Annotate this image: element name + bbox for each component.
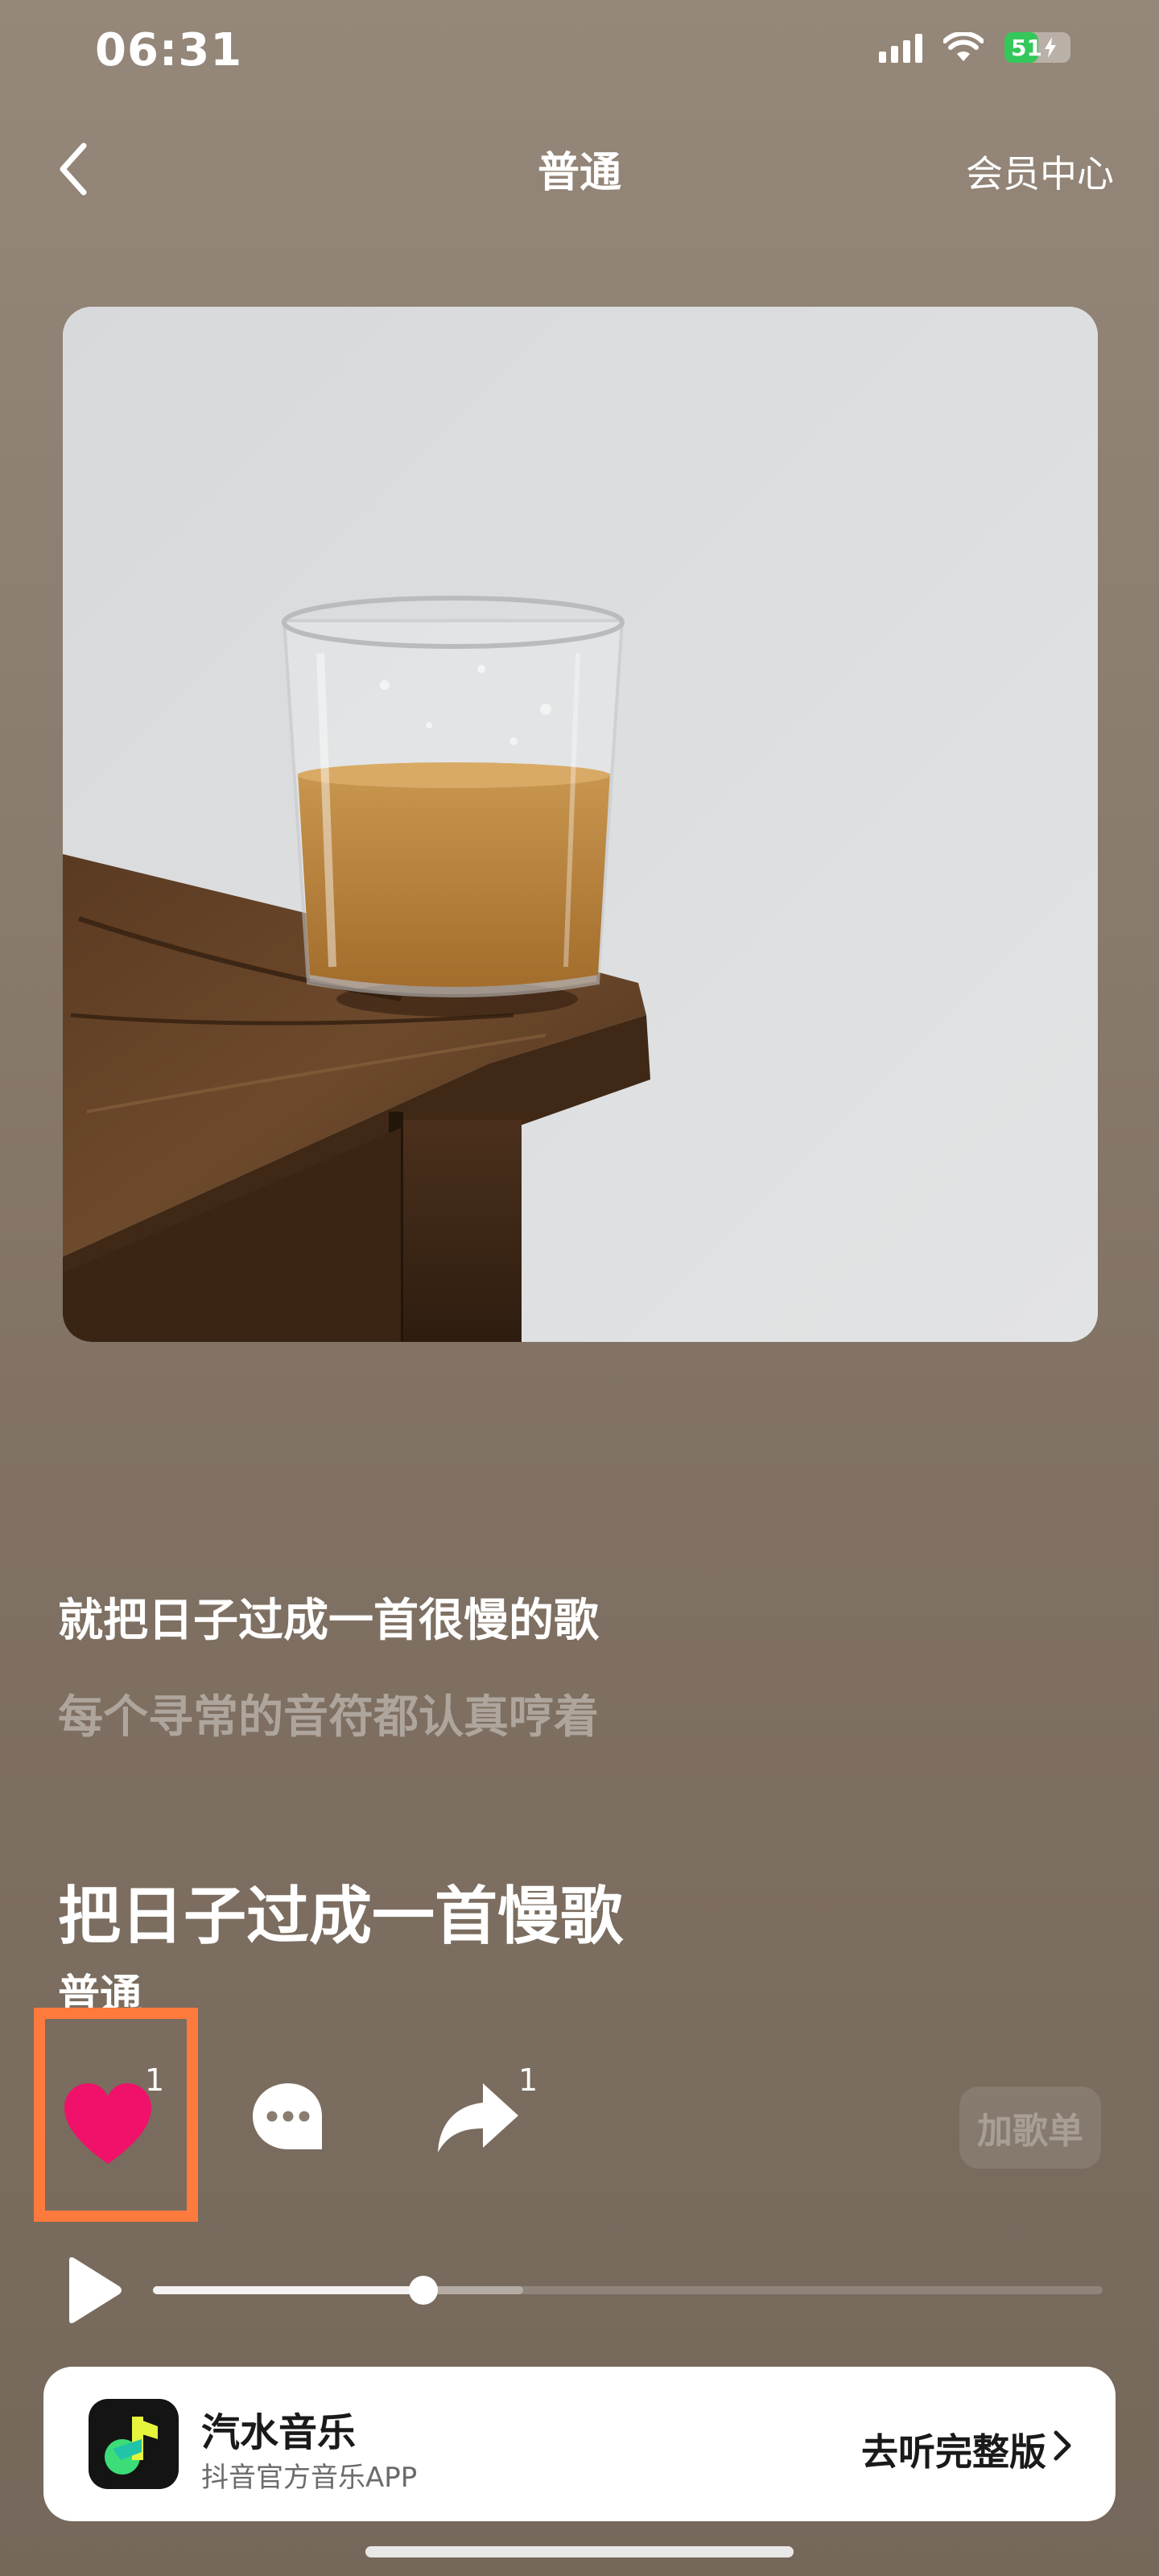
promo-app-name: 汽水音乐 <box>201 2410 357 2455</box>
share-arrow-icon <box>438 2083 518 2153</box>
chevron-left-icon <box>60 142 87 196</box>
status-icons: 51 <box>879 32 1070 63</box>
listen-full-version-link[interactable]: 去听完整版 <box>861 2423 1046 2476</box>
lyric-current-line: 就把日子过成一首很慢的歌 <box>58 1595 599 1647</box>
home-indicator[interactable] <box>365 2546 794 2557</box>
promo-app-desc: 抖音官方音乐APP <box>201 2462 418 2494</box>
song-title: 把日子过成一首慢歌 <box>58 1880 624 1953</box>
comment-bubble-icon <box>253 2083 322 2149</box>
album-cover <box>63 307 1098 1342</box>
chevron-right-icon <box>1054 2430 1071 2461</box>
battery-level: 51 <box>1011 34 1042 61</box>
status-bar: 06:31 51 <box>0 0 1159 105</box>
progress-played <box>153 2286 424 2294</box>
progress-thumb[interactable] <box>409 2276 439 2305</box>
lyric-next-line: 每个寻常的音符都认真哼着 <box>58 1691 599 1744</box>
wifi-icon <box>943 32 984 61</box>
like-button[interactable] <box>60 2077 156 2174</box>
add-to-playlist-button[interactable]: 加歌单 <box>959 2087 1101 2169</box>
cellular-signal-icon <box>879 32 922 63</box>
battery-icon: 51 <box>1004 32 1070 63</box>
status-time: 06:31 <box>95 24 243 76</box>
vip-center-link[interactable]: 会员中心 <box>966 145 1114 198</box>
comment-button[interactable] <box>248 2079 344 2175</box>
play-icon <box>69 2257 122 2323</box>
charging-bolt-icon <box>1044 37 1056 58</box>
share-count: 1 <box>518 2062 538 2098</box>
qishui-music-logo <box>89 2399 179 2489</box>
cover-artwork-glass-on-table <box>63 307 1098 1342</box>
back-button[interactable] <box>40 137 105 201</box>
music-note-logo-icon <box>105 2417 158 2475</box>
qishui-music-banner[interactable]: 汽水音乐 抖音官方音乐APP 去听完整版 <box>43 2367 1116 2521</box>
progress-bar[interactable] <box>153 2276 1103 2305</box>
like-count: 1 <box>145 2062 165 2098</box>
heart-icon <box>64 2083 151 2164</box>
play-button[interactable] <box>61 2254 126 2326</box>
